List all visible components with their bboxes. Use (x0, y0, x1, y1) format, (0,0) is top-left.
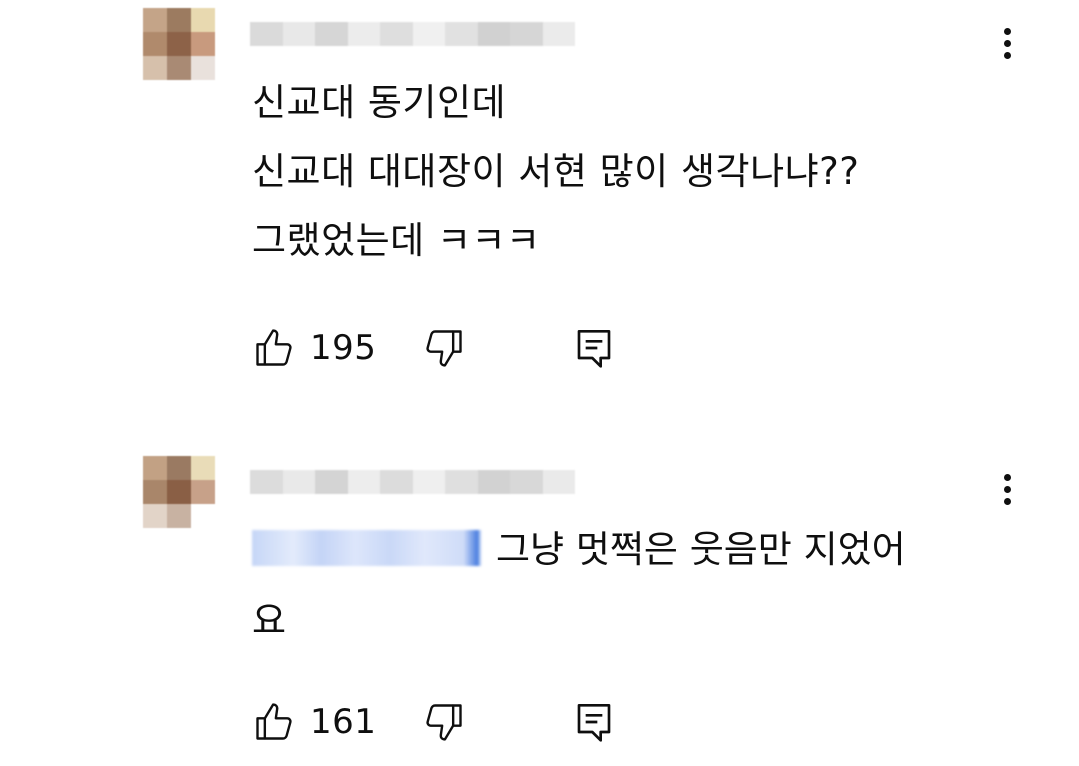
comment-line: 신교대 동기인데 (252, 81, 507, 124)
more-vert-icon[interactable] (996, 24, 1020, 64)
avatar[interactable] (143, 8, 215, 80)
thumbs-up-icon (256, 703, 292, 740)
reply-button[interactable] (574, 698, 614, 746)
reply-icon (577, 704, 611, 742)
like-count: 195 (310, 328, 377, 368)
comment-text: 그냥 멋쩍은 웃음만 지었어 (252, 515, 992, 584)
author-name-redacted[interactable] (250, 22, 575, 46)
mention-link-redacted[interactable] (252, 529, 482, 566)
comment-line: 신교대 대대장이 서현 많이 생각나냐?? (252, 150, 860, 193)
author-name-redacted[interactable] (250, 470, 575, 494)
comment-text: 신교대 동기인데 신교대 대대장이 서현 많이 생각나냐?? 그랬었는데 ㅋㅋㅋ (252, 68, 992, 275)
like-button[interactable]: 195 (252, 324, 376, 372)
reply-icon (577, 330, 611, 368)
dislike-button[interactable] (422, 698, 466, 746)
like-button[interactable]: 161 (252, 698, 376, 746)
avatar[interactable] (143, 456, 215, 528)
thumbs-down-icon (426, 704, 462, 741)
comment-line: 요 (252, 599, 287, 642)
reply-button[interactable] (574, 324, 614, 372)
comment-line: 그냥 멋쩍은 웃음만 지었어 (496, 528, 906, 571)
comment-line: 그랬었는데 ㅋㅋㅋ (252, 219, 541, 262)
comment-thread-1: 신교대 동기인데 신교대 대대장이 서현 많이 생각나냐?? 그랬었는데 ㅋㅋㅋ… (0, 0, 1079, 400)
comment-actions: 195 (252, 324, 652, 372)
thumbs-up-icon (256, 329, 292, 366)
more-vert-icon[interactable] (996, 470, 1020, 510)
dislike-button[interactable] (422, 324, 466, 372)
like-count: 161 (310, 702, 377, 742)
comment-actions: 161 (252, 698, 652, 746)
comment-thread-2: 그냥 멋쩍은 웃음만 지었어 요 161 (0, 440, 1079, 766)
thumbs-down-icon (426, 330, 462, 367)
